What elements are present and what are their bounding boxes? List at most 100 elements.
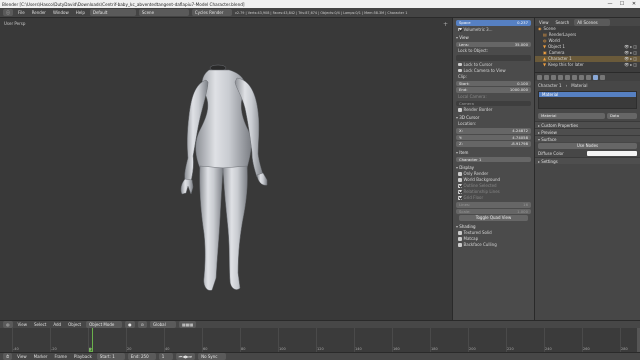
outliner-menu-view[interactable]: View xyxy=(537,20,551,25)
object-tab-icon[interactable] xyxy=(565,74,570,80)
view-properties-panel: Space 0.237 Volumetric 3... View Lens: 3… xyxy=(452,18,534,320)
checkbox-icon[interactable] xyxy=(458,190,462,194)
data-tab-icon[interactable] xyxy=(586,74,591,80)
outliner-menu-search[interactable]: Search xyxy=(554,20,572,25)
cursor-z-value: -8.91798 xyxy=(510,141,528,146)
layers-tab-icon[interactable] xyxy=(544,74,549,80)
pivot-icon[interactable]: ⊙ xyxy=(137,321,147,328)
world-tab-icon[interactable] xyxy=(558,74,563,80)
visibility-icons[interactable]: 👁▸◫ xyxy=(624,62,638,68)
select-menu[interactable]: Select xyxy=(32,322,48,327)
lens-label: Lens: xyxy=(459,41,470,47)
toggle-quad-view-button[interactable]: Toggle Quad View xyxy=(459,215,528,221)
timeline-menu-frame[interactable]: Frame xyxy=(52,354,68,359)
sync-selector[interactable]: No Sync xyxy=(198,353,227,360)
timeline-area[interactable]: 1 -40 -20 0 20 40 60 80 100 120 140 160 180 200 220 24… xyxy=(0,328,640,352)
clip-end-field[interactable]: End: 1000.000 xyxy=(456,87,531,93)
item-name-field[interactable]: Character 1 xyxy=(456,156,531,162)
3d-viewport[interactable]: User Persp + xyxy=(0,18,452,320)
end-frame-label: End: xyxy=(130,354,140,359)
editor-type-icon[interactable]: ⏱ xyxy=(3,353,13,360)
checkbox-icon[interactable] xyxy=(458,196,462,200)
add-menu[interactable]: Add xyxy=(51,322,63,327)
transform-orientation-selector[interactable]: Global xyxy=(149,321,176,328)
outliner-item-keep[interactable]: ▼ Keep this for later 👁▸◫ xyxy=(535,62,640,68)
checkbox-icon[interactable] xyxy=(458,237,462,241)
clip-end-value: 1000.000 xyxy=(509,87,528,92)
use-nodes-button[interactable]: Use Nodes xyxy=(538,142,637,149)
maximize-button[interactable]: ☐ xyxy=(616,0,628,8)
material-slot-item[interactable]: Material xyxy=(539,92,636,97)
checkbox-icon[interactable] xyxy=(458,62,462,67)
shading-icon[interactable]: ● xyxy=(125,321,135,328)
custom-properties-panel[interactable]: Custom Properties xyxy=(535,120,640,128)
layers-icon[interactable]: ▦▦▦ xyxy=(178,321,197,328)
checkbox-icon[interactable] xyxy=(458,178,462,182)
grid-lines-label: Lines: xyxy=(459,202,471,207)
editor-type-icon[interactable]: ⓘ xyxy=(3,9,13,16)
editor-type-icon[interactable]: ◎ xyxy=(3,321,13,328)
item-section-header[interactable]: Item xyxy=(456,150,531,156)
grid-lines-field[interactable]: Lines: 16 xyxy=(456,202,531,208)
minimize-button[interactable]: — xyxy=(604,0,616,8)
timeline-menu-marker[interactable]: Marker xyxy=(32,354,50,359)
menu-file[interactable]: File xyxy=(16,10,27,15)
end-frame-field[interactable]: End: 250 xyxy=(127,353,156,360)
checkbox-icon[interactable] xyxy=(458,184,462,188)
cursor-y-field[interactable]: Y: 4.74058 xyxy=(456,134,531,140)
view-section-header[interactable]: View xyxy=(456,35,531,41)
current-frame-field[interactable]: 1 xyxy=(158,353,173,360)
render-tab-icon[interactable] xyxy=(537,74,542,80)
clip-start-field[interactable]: Start: 0.100 xyxy=(456,80,531,86)
settings-panel[interactable]: Settings xyxy=(535,156,640,164)
playback-controls[interactable]: ⏮◀▶⏭ xyxy=(175,353,196,360)
check-volumetric[interactable]: Volumetric 3... xyxy=(456,27,531,33)
scene-tab-icon[interactable] xyxy=(551,74,556,80)
layout-selector[interactable]: Default xyxy=(89,9,136,16)
material-tab-icon[interactable] xyxy=(593,74,598,80)
start-frame-field[interactable]: Start: 1 xyxy=(96,353,125,360)
cursor-z-field[interactable]: Z: -8.91798 xyxy=(456,141,531,147)
data-field[interactable]: Data xyxy=(607,113,637,119)
preview-panel[interactable]: Preview xyxy=(535,127,640,135)
grid-scale-field[interactable]: Scale: 1.000 xyxy=(456,208,531,214)
checkbox-icon[interactable] xyxy=(458,243,462,247)
backface-culling[interactable]: Backface Culling xyxy=(456,242,531,248)
timeline-menu-playback[interactable]: Playback xyxy=(72,354,94,359)
window-titlebar: Blender [C:\Users\Hasco\DutyDavid\Downlo… xyxy=(0,0,640,8)
local-camera-field[interactable]: Camera xyxy=(456,100,531,106)
top-space-field-1[interactable]: Space 0.237 xyxy=(456,20,531,26)
modifiers-tab-icon[interactable] xyxy=(579,74,584,80)
grid-floor[interactable]: Grid Floor xyxy=(456,195,531,201)
backface-culling-label: Backface Culling xyxy=(463,242,497,247)
checkbox-icon[interactable] xyxy=(458,27,462,32)
menu-render[interactable]: Render xyxy=(30,10,48,15)
timeline-frame-number: 220 xyxy=(507,347,514,351)
close-button[interactable]: ✕ xyxy=(628,0,640,8)
surface-panel[interactable]: Surface xyxy=(535,134,640,142)
checkbox-icon[interactable] xyxy=(458,68,462,73)
render-border[interactable]: Render Border xyxy=(456,107,531,113)
lock-object-field[interactable] xyxy=(456,55,531,61)
outliner-filter-selector[interactable]: All Scenes xyxy=(574,18,611,26)
diffuse-color-swatch[interactable] xyxy=(587,150,637,156)
object-menu[interactable]: Object xyxy=(66,322,83,327)
cursor-x-field[interactable]: X: 4.24872 xyxy=(456,128,531,134)
texture-tab-icon[interactable] xyxy=(600,74,605,80)
constraints-tab-icon[interactable] xyxy=(572,74,577,80)
menu-window[interactable]: Window xyxy=(51,10,71,15)
lens-field[interactable]: Lens: 35.000 xyxy=(456,41,531,47)
cursor-z-label: Z: xyxy=(459,141,463,146)
render-engine-selector[interactable]: Cycles Render xyxy=(191,9,232,16)
checkbox-icon[interactable] xyxy=(458,231,462,235)
menu-help[interactable]: Help xyxy=(74,10,87,15)
material-slot-list[interactable]: Material xyxy=(538,91,637,109)
mode-selector[interactable]: Object Mode xyxy=(86,321,123,328)
material-field[interactable]: Material xyxy=(538,113,605,119)
checkbox-icon[interactable] xyxy=(458,172,462,176)
character-model[interactable] xyxy=(0,18,452,320)
scene-selector[interactable]: Scene xyxy=(138,9,189,16)
timeline-menu-view[interactable]: View xyxy=(15,354,29,359)
checkbox-icon[interactable] xyxy=(458,108,462,112)
view-menu[interactable]: View xyxy=(16,322,30,327)
